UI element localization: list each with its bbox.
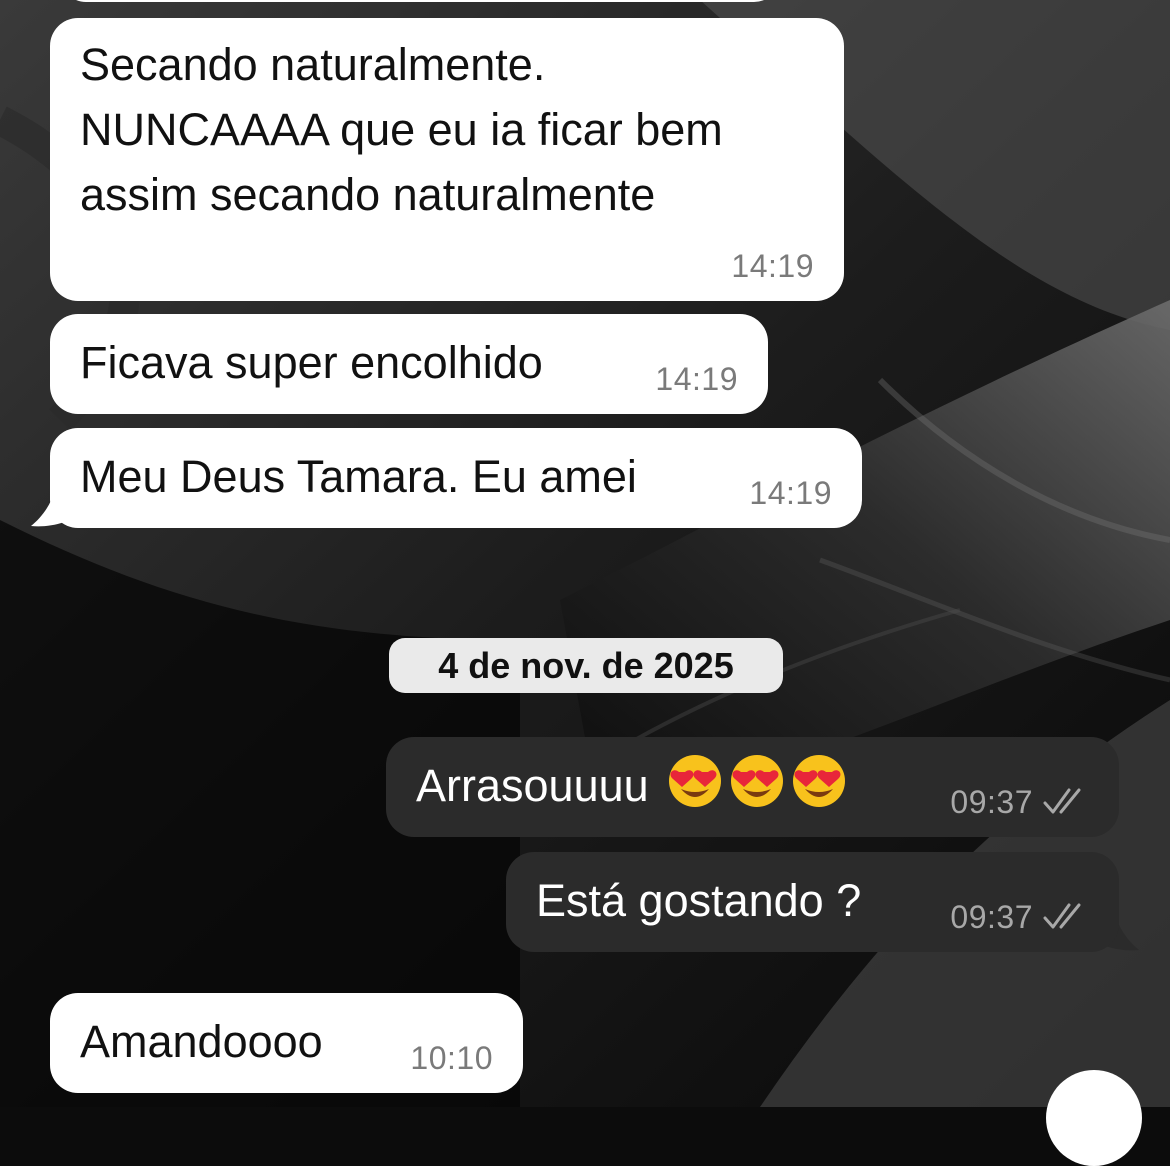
message-time: 09:37 [950, 784, 1033, 820]
heart-eyes-emoji [793, 755, 846, 807]
message-text: Meu Deus Tamara. Eu amei [80, 451, 637, 502]
heart-eyes-emoji [731, 755, 784, 807]
outgoing-message[interactable]: Arrasouuuu 09:37 [386, 737, 1119, 837]
message-time: 14:19 [655, 361, 738, 397]
message-line: NUNCAAAA que eu ia ficar bem [80, 104, 723, 155]
message-text: Ficava super encolhido [80, 337, 543, 388]
message-line: assim secando naturalmente [80, 169, 656, 220]
heart-eyes-emoji [669, 755, 722, 807]
previous-message-edge [60, 0, 780, 2]
message-time: 14:19 [731, 248, 814, 284]
incoming-message[interactable]: Amandoooo 10:10 [50, 993, 523, 1093]
message-text: Está gostando ? [536, 875, 862, 926]
incoming-message[interactable]: Meu Deus Tamara. Eu amei 14:19 [50, 428, 862, 528]
incoming-message[interactable]: Ficava super encolhido 14:19 [50, 314, 768, 414]
incoming-message[interactable]: Secando naturalmente. NUNCAAAA que eu ia… [50, 18, 844, 301]
message-line: Secando naturalmente. [80, 39, 546, 90]
message-time: 10:10 [410, 1040, 493, 1076]
read-receipt-icon [1043, 903, 1081, 929]
scroll-to-bottom-button[interactable] [1046, 1070, 1142, 1166]
message-text: Arrasouuuu [416, 753, 847, 818]
message-body: Arrasouuuu [416, 760, 649, 811]
outgoing-message[interactable]: Está gostando ? 09:37 [506, 852, 1119, 952]
read-receipt-icon [1043, 788, 1081, 814]
date-separator: 4 de nov. de 2025 [389, 638, 783, 693]
message-time: 09:37 [950, 899, 1033, 935]
message-text: Secando naturalmente. NUNCAAAA que eu ia… [80, 32, 723, 227]
message-time: 14:19 [749, 475, 832, 511]
chat-messages[interactable]: Secando naturalmente. NUNCAAAA que eu ia… [0, 0, 1170, 1166]
message-text: Amandoooo [80, 1016, 323, 1067]
